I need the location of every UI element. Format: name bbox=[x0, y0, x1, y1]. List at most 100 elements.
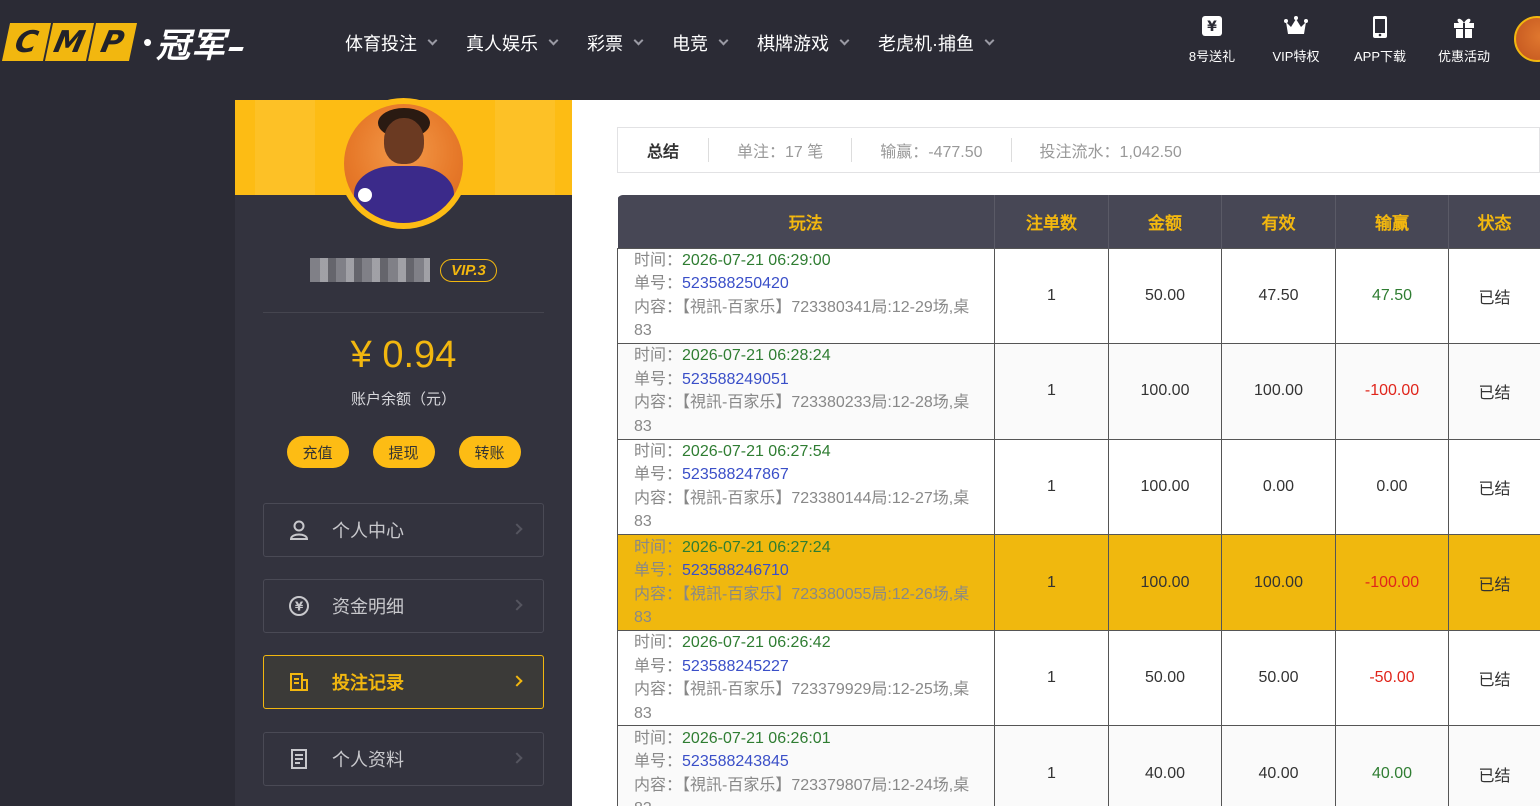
bet-winloss-cell: 40.00 bbox=[1335, 725, 1449, 806]
site-logo[interactable]: C M P • 冠军 bbox=[1, 22, 244, 66]
avatar bbox=[1514, 16, 1540, 62]
table-row[interactable]: 时间：2026-07-21 06:27:54 单号：523588247867 内容：… bbox=[617, 438, 1540, 536]
chevron-down-icon bbox=[984, 35, 995, 46]
bet-count-cell: 1 bbox=[994, 534, 1109, 631]
wallet-actions: 充值 提现 转账 bbox=[235, 436, 572, 468]
divider bbox=[263, 312, 544, 313]
column-header-status[interactable]: 状态 bbox=[1448, 195, 1540, 248]
bet-amount-cell: 50.00 bbox=[1108, 629, 1222, 727]
nav-item-slots-fishing[interactable]: 老虎机·捕鱼 bbox=[878, 30, 995, 56]
balance-label: 账户余额（元） bbox=[350, 391, 456, 408]
bet-records-table: 玩法 注单数 金额 有效 输赢 状态 时间：2026-07-21 06:29:0… bbox=[617, 195, 1540, 806]
column-header-game[interactable]: 玩法 bbox=[617, 195, 995, 248]
bet-order-line: 单号：523588250420 bbox=[634, 272, 984, 296]
logo-letters: C M P bbox=[1, 23, 138, 61]
bet-status-cell: 已结 bbox=[1448, 247, 1540, 345]
bet-count-cell: 1 bbox=[994, 438, 1109, 536]
bet-time: 2026-07-21 06:26:42 bbox=[682, 634, 831, 652]
bet-records-table-wrapper[interactable]: 玩法 注单数 金额 有效 输赢 状态 时间：2026-07-21 06:29:0… bbox=[617, 195, 1540, 806]
column-header-valid[interactable]: 有效 bbox=[1221, 195, 1336, 248]
banner-stripe bbox=[255, 100, 315, 195]
deposit-button[interactable]: 充值 bbox=[286, 436, 349, 468]
bet-time-line: 时间：2026-07-21 06:28:24 bbox=[634, 344, 984, 368]
chevron-down-icon bbox=[633, 35, 644, 46]
column-header-amount[interactable]: 金额 bbox=[1108, 195, 1222, 248]
bet-amount-cell: 100.00 bbox=[1108, 343, 1222, 440]
transfer-button[interactable]: 转账 bbox=[458, 436, 521, 468]
bet-count-cell: 1 bbox=[994, 247, 1109, 345]
bet-order-line: 单号：523588249051 bbox=[634, 368, 984, 392]
bet-order-number[interactable]: 523588247867 bbox=[682, 466, 789, 483]
menu-item-fund-details[interactable]: ¥ 资金明细 bbox=[263, 579, 544, 633]
bet-content-line: 内容：【視訊-百家乐】723380144局:12-27场,桌83 bbox=[634, 487, 984, 534]
bet-content: 【視訊-百家乐】723379807局:12-24场,桌83 bbox=[634, 776, 970, 806]
bet-content: 【視訊-百家乐】723380233局:12-28场,桌83 bbox=[634, 394, 970, 435]
quick-link-promotions[interactable]: 优惠活动 bbox=[1422, 14, 1506, 65]
bet-order-number[interactable]: 523588246710 bbox=[682, 562, 789, 579]
menu-item-label: 投注记录 bbox=[332, 673, 404, 693]
table-row[interactable]: 时间：2026-07-21 06:26:42 单号：523588245227 内容：… bbox=[617, 629, 1540, 727]
account-sidebar: VIP.3 ¥ 0.94 账户余额（元） 充值 提现 转账 个人中心 ¥ 资金明… bbox=[235, 98, 572, 806]
vip-level-badge: VIP.3 bbox=[440, 258, 497, 282]
bet-time-line: 时间：2026-07-21 06:27:54 bbox=[634, 440, 984, 464]
user-avatar-button[interactable] bbox=[1506, 14, 1540, 65]
bet-info-cell: 时间：2026-07-21 06:28:24 单号：523588249051 内容：… bbox=[617, 343, 995, 440]
content-label: 内容： bbox=[634, 776, 683, 794]
nav-item-esports[interactable]: 电竞 bbox=[672, 30, 729, 56]
bet-winloss-cell: -100.00 bbox=[1335, 343, 1449, 440]
column-header-winloss[interactable]: 输赢 bbox=[1335, 195, 1449, 248]
gift-card-icon: ¥ bbox=[1202, 16, 1222, 36]
bet-records-panel: 总结 单注：17 笔 输赢：-477.50 投注流水：1,042.50 玩法 注… bbox=[572, 100, 1540, 806]
summary-winloss: 输赢：-477.50 bbox=[880, 144, 983, 161]
table-row[interactable]: 时间：2026-07-21 06:29:00 单号：523588250420 内容：… bbox=[617, 247, 1540, 345]
account-balance: ¥ 0.94 bbox=[350, 334, 457, 376]
chevron-down-icon bbox=[839, 35, 850, 46]
bet-valid-cell: 100.00 bbox=[1221, 343, 1336, 440]
nav-item-label: 老虎机·捕鱼 bbox=[878, 34, 974, 54]
gift-icon bbox=[1454, 18, 1474, 38]
bet-content: 【視訊-百家乐】723379929局:12-25场,桌83 bbox=[634, 681, 970, 722]
bet-content-line: 内容：【視訊-百家乐】723379807局:12-24场,桌83 bbox=[634, 774, 984, 806]
quick-link-vip[interactable]: VIP特权 bbox=[1254, 14, 1338, 65]
bet-time: 2026-07-21 06:27:24 bbox=[682, 538, 831, 556]
table-row[interactable]: 时间：2026-07-21 06:27:24 单号：523588246710 内容：… bbox=[617, 534, 1540, 631]
table-row[interactable]: 时间：2026-07-21 06:28:24 单号：523588249051 内容：… bbox=[617, 343, 1540, 440]
nav-item-card-games[interactable]: 棋牌游戏 bbox=[757, 30, 850, 56]
bet-valid-cell: 40.00 bbox=[1221, 725, 1336, 806]
time-label: 时间： bbox=[634, 538, 683, 556]
menu-item-label: 资金明细 bbox=[332, 597, 404, 617]
bet-order-number[interactable]: 523588243845 bbox=[682, 753, 789, 770]
bet-info-cell: 时间：2026-07-21 06:27:54 单号：523588247867 内容：… bbox=[617, 438, 995, 536]
order-label: 单号： bbox=[634, 562, 683, 580]
withdraw-button[interactable]: 提现 bbox=[372, 436, 435, 468]
bet-order-number[interactable]: 523588245227 bbox=[682, 658, 789, 675]
nav-item-lottery[interactable]: 彩票 bbox=[587, 30, 644, 56]
table-row[interactable]: 时间：2026-07-21 06:26:01 单号：523588243845 内容：… bbox=[617, 725, 1540, 806]
quick-link-app-download[interactable]: APP下载 bbox=[1338, 14, 1422, 65]
nav-item-live-casino[interactable]: 真人娱乐 bbox=[466, 30, 559, 56]
time-label: 时间： bbox=[634, 729, 683, 747]
content-label: 内容： bbox=[634, 585, 683, 603]
menu-item-personal-center[interactable]: 个人中心 bbox=[263, 503, 544, 557]
nav-item-label: 电竞 bbox=[672, 34, 708, 54]
photo-head bbox=[384, 118, 424, 164]
bet-amount-cell: 50.00 bbox=[1108, 247, 1222, 345]
svg-text:¥: ¥ bbox=[295, 600, 304, 614]
nav-item-sports[interactable]: 体育投注 bbox=[345, 30, 438, 56]
nav-item-label: 彩票 bbox=[587, 34, 623, 54]
bet-info-cell: 时间：2026-07-21 06:26:01 单号：523588243845 内容：… bbox=[617, 725, 995, 806]
bet-amount-cell: 100.00 bbox=[1108, 438, 1222, 536]
chevron-right-icon bbox=[511, 675, 523, 687]
profile-avatar[interactable] bbox=[338, 98, 469, 229]
bet-status-cell: 已结 bbox=[1448, 725, 1540, 806]
bet-content: 【視訊-百家乐】723380341局:12-29场,桌83 bbox=[634, 298, 970, 340]
bet-time: 2026-07-21 06:28:24 bbox=[682, 347, 831, 365]
column-header-count[interactable]: 注单数 bbox=[994, 195, 1109, 248]
bet-order-number[interactable]: 523588249051 bbox=[682, 371, 789, 388]
menu-item-profile[interactable]: 个人资料 bbox=[263, 732, 544, 786]
quick-link-gift-card[interactable]: ¥ 8号送礼 bbox=[1170, 14, 1254, 65]
bet-order-number[interactable]: 523588250420 bbox=[682, 275, 789, 292]
menu-item-label: 个人资料 bbox=[332, 750, 404, 770]
logo-dot: • bbox=[143, 26, 153, 57]
menu-item-bet-records[interactable]: 投注记录 bbox=[263, 655, 544, 709]
